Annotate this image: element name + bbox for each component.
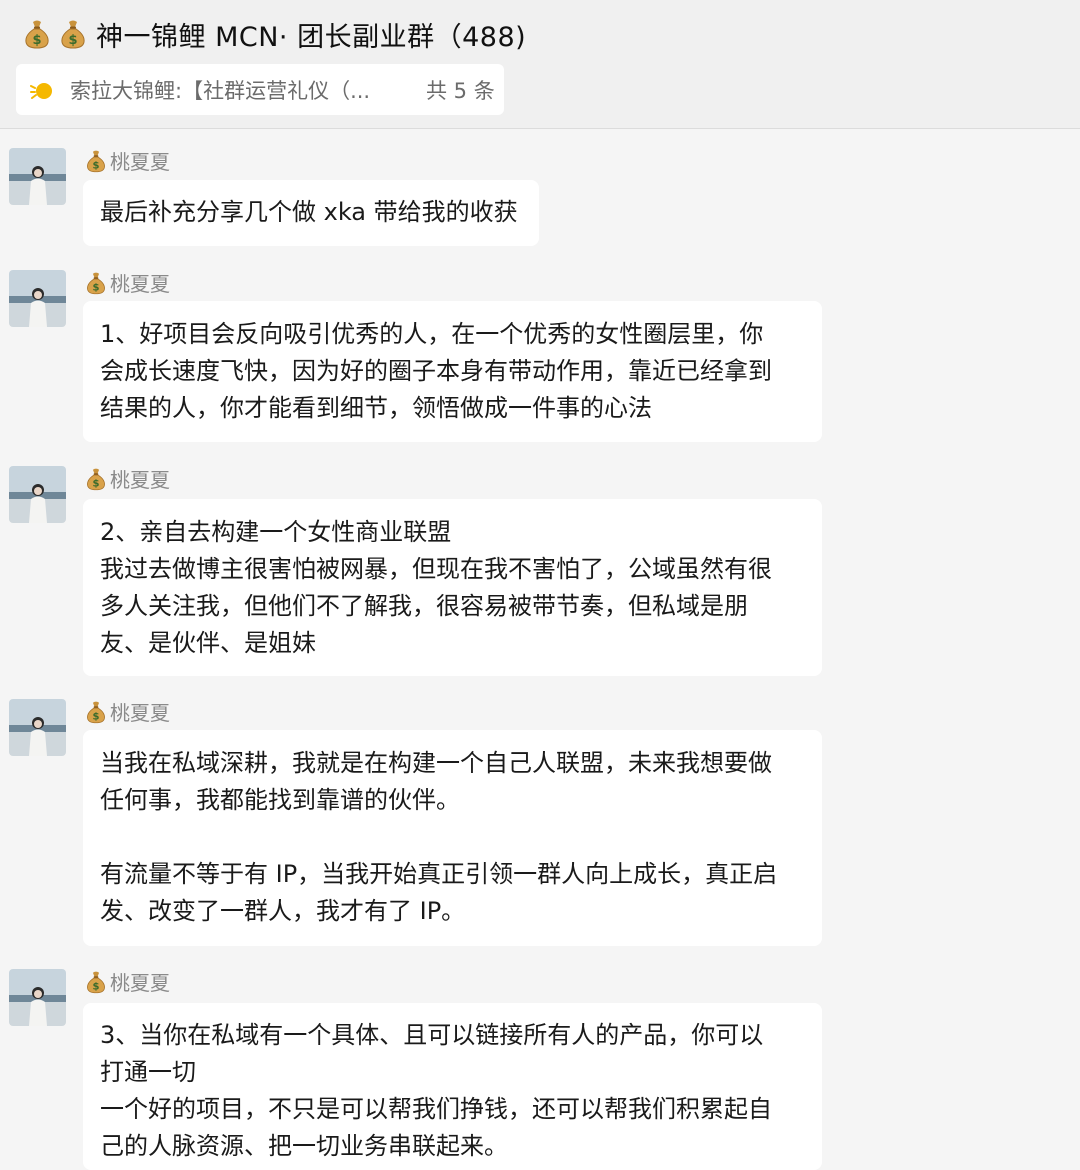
message-line: 会成长速度飞快，因为好的圈子本身有带动作用，靠近已经拿到 (100, 357, 772, 385)
chat-header: 神一锦鲤 MCN· 团长副业群（488) 索拉大锦鲤:【社群运营礼仪（... 共… (0, 0, 1080, 129)
message-line: 任何事，我都能找到靠谱的伙伴。 (100, 786, 460, 814)
group-title: 神一锦鲤 MCN· 团长副业群（488) (96, 21, 527, 53)
sender-name: 桃夏夏 (110, 272, 170, 296)
sender-row: 桃夏夏 (86, 967, 170, 996)
pin-bulb-icon (30, 82, 52, 99)
avatar[interactable] (9, 699, 66, 756)
group-title-row[interactable]: 神一锦鲤 MCN· 团长副业群（488) (24, 12, 526, 56)
pinned-announcement-bar[interactable]: 索拉大锦鲤:【社群运营礼仪（... 共 5 条 (16, 64, 504, 115)
avatar[interactable] (9, 148, 66, 205)
message-line: 结果的人，你才能看到细节，领悟做成一件事的心法 (100, 394, 652, 422)
moneybag-icon (60, 19, 86, 49)
message-line: 多人关注我，但他们不了解我，很容易被带节奏，但私域是朋 (100, 592, 748, 620)
message-line: 友、是伙伴、是姐妹 (100, 629, 316, 657)
message-bubble[interactable]: 1、好项目会反向吸引优秀的人，在一个优秀的女性圈层里，你 会成长速度飞快，因为好… (83, 301, 822, 442)
sender-name: 桃夏夏 (110, 468, 170, 492)
moneybag-icon (86, 700, 106, 724)
message-line: 发、改变了一群人，我才有了 IP。 (100, 897, 466, 925)
moneybag-icon (24, 19, 50, 49)
message-bubble[interactable]: 2、亲自去构建一个女性商业联盟 我过去做博主很害怕被网暴，但现在我不害怕了，公域… (83, 499, 822, 676)
message-line: 3、当你在私域有一个具体、且可以链接所有人的产品，你可以 (100, 1021, 764, 1049)
message-line: 己的人脉资源、把一切业务串联起来。 (100, 1132, 508, 1160)
avatar[interactable] (9, 466, 66, 523)
message-line: 2、亲自去构建一个女性商业联盟 (100, 518, 452, 546)
sender-row: 桃夏夏 (86, 697, 170, 726)
message-line: 有流量不等于有 IP，当我开始真正引领一群人向上成长，真正启 (100, 860, 778, 888)
moneybag-icon (86, 970, 106, 994)
avatar[interactable] (9, 969, 66, 1026)
sender-row: 桃夏夏 (86, 268, 170, 297)
sender-name: 桃夏夏 (110, 150, 170, 174)
moneybag-icon (86, 467, 106, 491)
message-bubble[interactable]: 当我在私域深耕，我就是在构建一个自己人联盟，未来我想要做 任何事，我都能找到靠谱… (83, 730, 822, 946)
moneybag-icon (86, 149, 106, 173)
message-line: 我过去做博主很害怕被网暴，但现在我不害怕了，公域虽然有很 (100, 555, 772, 583)
message-bubble[interactable]: 最后补充分享几个做 xka 带给我的收获 (83, 180, 539, 246)
message-line: 打通一切 (100, 1058, 196, 1086)
sender-row: 桃夏夏 (86, 464, 170, 493)
pinned-count: 共 5 条 (426, 78, 495, 103)
avatar[interactable] (9, 270, 66, 327)
sender-row: 桃夏夏 (86, 146, 170, 175)
sender-name: 桃夏夏 (110, 701, 170, 725)
message-line: 一个好的项目，不只是可以帮我们挣钱，还可以帮我们积累起自 (100, 1095, 772, 1123)
message-line: 当我在私域深耕，我就是在构建一个自己人联盟，未来我想要做 (100, 749, 772, 777)
pinned-text: 索拉大锦鲤:【社群运营礼仪（... (70, 78, 371, 103)
message-line: 1、好项目会反向吸引优秀的人，在一个优秀的女性圈层里，你 (100, 320, 764, 348)
sender-name: 桃夏夏 (110, 971, 170, 995)
message-bubble[interactable]: 3、当你在私域有一个具体、且可以链接所有人的产品，你可以 打通一切 一个好的项目… (83, 1003, 822, 1170)
moneybag-icon (86, 271, 106, 295)
message-line: 最后补充分享几个做 xka 带给我的收获 (100, 198, 518, 226)
